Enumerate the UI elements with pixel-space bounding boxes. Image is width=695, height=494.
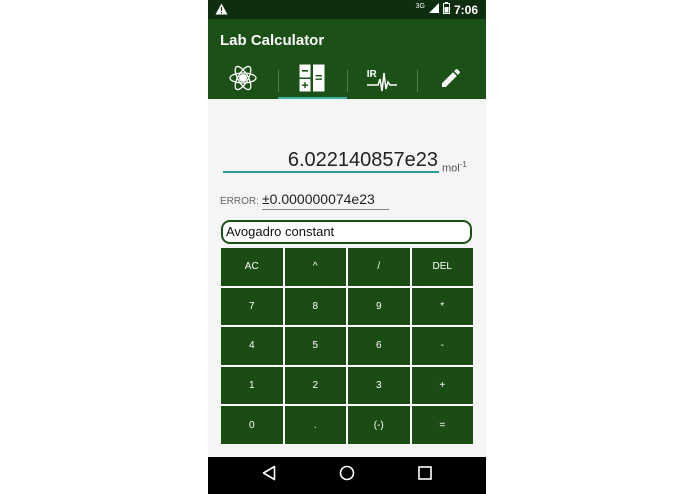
ir-spectrum-icon: IR (366, 69, 398, 93)
unit-label: mol-1 (442, 160, 467, 175)
key-3[interactable]: 3 (348, 366, 410, 405)
network-type: 3G (415, 3, 425, 10)
tab-atom[interactable] (208, 62, 278, 99)
key-equals[interactable]: = (411, 406, 473, 444)
status-icons: 3G 7:06 (416, 2, 478, 17)
key-2[interactable]: 2 (284, 366, 346, 405)
key-minus[interactable]: - (411, 327, 473, 365)
tab-notes[interactable] (416, 62, 487, 99)
tab-bar: IR (208, 62, 486, 99)
unit-exponent: -1 (459, 160, 467, 169)
status-time: 7:06 (453, 2, 478, 17)
key-1[interactable]: 1 (221, 366, 283, 405)
key-7[interactable]: 7 (221, 287, 283, 326)
key-ac[interactable]: AC (221, 248, 283, 286)
battery-icon (442, 2, 450, 17)
key-power[interactable]: ^ (284, 248, 346, 286)
calculator-panel: 6.022140857e23 mol-1 ERROR: ±0.000000074… (208, 99, 486, 457)
app-bar: Lab Calculator IR (208, 19, 486, 99)
key-5[interactable]: 5 (284, 327, 346, 365)
key-delete[interactable]: DEL (411, 248, 473, 286)
key-8[interactable]: 8 (284, 287, 346, 326)
key-6[interactable]: 6 (348, 327, 410, 365)
keypad: AC ^ / DEL 7 8 9 * 4 5 6 - 1 2 3 + 0 . (… (221, 248, 473, 444)
navigation-bar (208, 457, 486, 494)
home-icon[interactable] (339, 465, 355, 486)
key-decimal[interactable]: . (284, 406, 346, 444)
recents-icon[interactable] (418, 466, 433, 485)
key-4[interactable]: 4 (221, 327, 283, 365)
tab-calculator[interactable] (277, 62, 348, 99)
key-9[interactable]: 9 (348, 287, 410, 326)
status-bar: 3G 7:06 (208, 0, 486, 19)
app-title: Lab Calculator (220, 32, 325, 49)
pencil-icon (439, 66, 463, 95)
back-icon[interactable] (262, 465, 276, 486)
phone-screen: 3G 7:06 Lab Calculator IR 6.022140857e23… (208, 0, 486, 494)
key-divide[interactable]: / (348, 248, 410, 286)
key-plus[interactable]: + (411, 366, 473, 405)
value-input[interactable]: 6.022140857e23 (223, 147, 439, 173)
error-label: ERROR: (220, 196, 259, 207)
signal-icon (428, 3, 439, 16)
unit-base: mol (442, 162, 460, 175)
key-0[interactable]: 0 (221, 406, 283, 444)
atom-icon (228, 64, 258, 97)
key-multiply[interactable]: * (411, 287, 473, 326)
key-negate[interactable]: (-) (348, 406, 410, 444)
constant-name-field[interactable]: Avogadro constant (221, 220, 472, 244)
calculator-icon (299, 64, 325, 97)
tab-ir-spectrum[interactable]: IR (347, 62, 417, 99)
error-input[interactable]: ±0.000000074e23 (262, 189, 389, 210)
warning-icon (215, 3, 228, 18)
